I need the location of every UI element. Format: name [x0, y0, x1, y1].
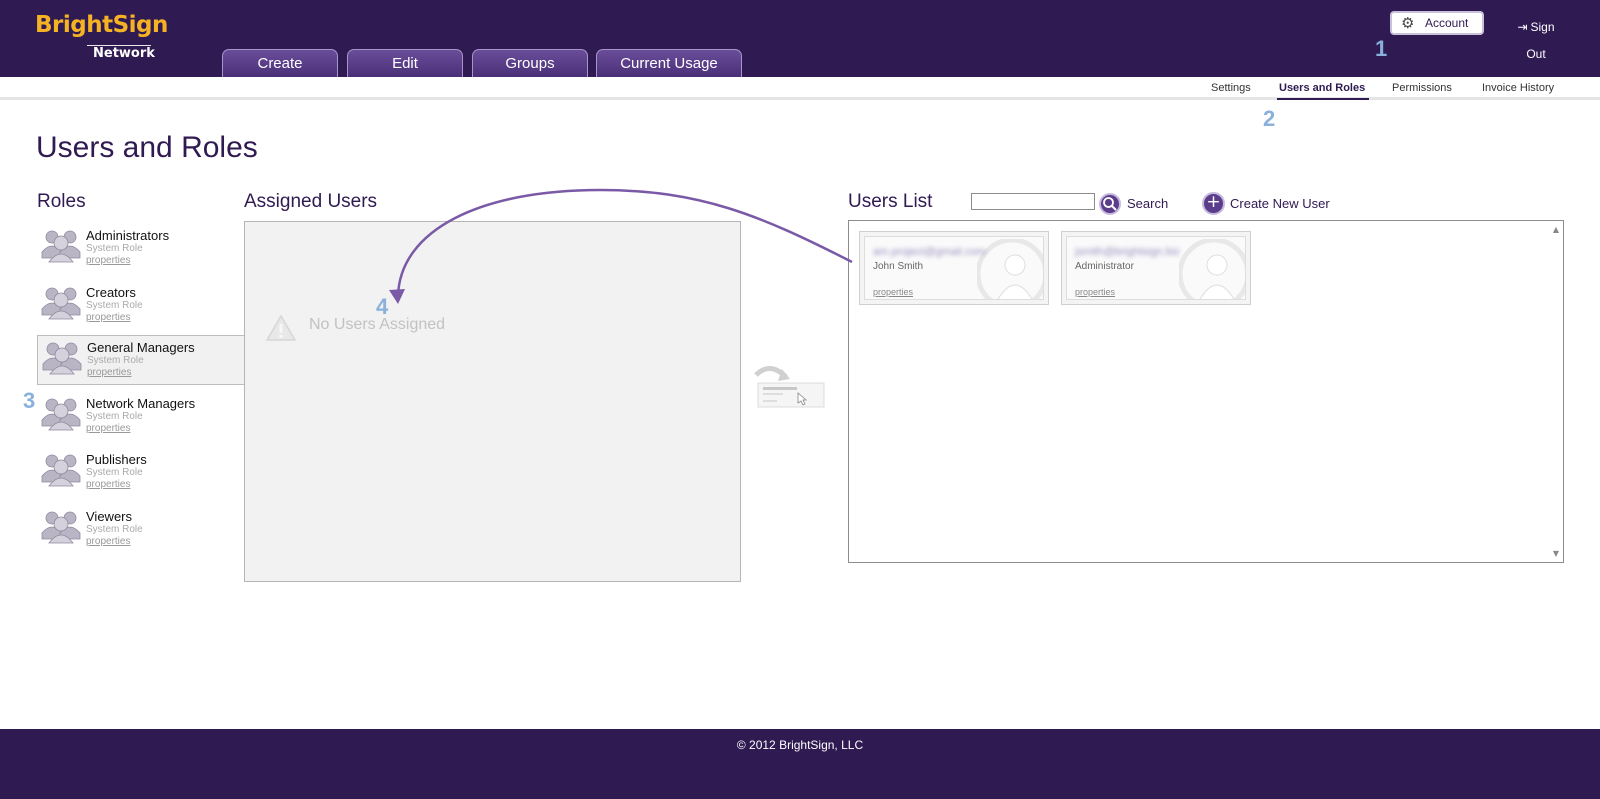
page-title: Users and Roles: [36, 131, 258, 164]
role-name: Viewers: [86, 509, 133, 524]
role-properties-link[interactable]: properties: [86, 536, 130, 547]
search-button[interactable]: [1099, 193, 1121, 215]
role-properties-link[interactable]: properties: [86, 255, 130, 266]
role-name: General Managers: [87, 340, 195, 355]
step-marker-2: 2: [1263, 106, 1276, 131]
logo-sub-text: Network: [93, 46, 155, 61]
brightsign-logo[interactable]: BrightSign Network: [35, 12, 168, 64]
role-name: Publishers: [86, 452, 147, 467]
role-name: Creators: [86, 285, 136, 300]
sign-out-label: Sign Out: [1526, 20, 1555, 61]
subnav-active-indicator: [1277, 98, 1369, 100]
role-item-network-managers[interactable]: Network Managers System Role properties: [37, 392, 245, 442]
group-icon: [41, 398, 81, 431]
step-marker-3: 3: [23, 388, 36, 413]
role-item-publishers[interactable]: Publishers System Role properties: [37, 448, 245, 498]
tab-groups[interactable]: Groups: [472, 49, 588, 77]
subnav-settings[interactable]: Settings: [1211, 82, 1251, 94]
role-name: Administrators: [86, 228, 170, 243]
assigned-users-dropzone[interactable]: No Users Assigned: [244, 221, 741, 582]
role-properties-link[interactable]: properties: [86, 479, 130, 490]
group-icon: [41, 230, 81, 263]
role-type: System Role: [86, 524, 143, 535]
account-button[interactable]: ⚙ Account: [1390, 11, 1484, 35]
search-label[interactable]: Search: [1127, 196, 1168, 211]
create-user-button[interactable]: +: [1202, 192, 1225, 215]
group-icon: [42, 342, 82, 375]
account-label: Account: [1425, 16, 1469, 30]
user-avatar-icon: [977, 239, 1043, 299]
group-icon: [41, 287, 81, 320]
step-marker-4: 4: [376, 294, 389, 319]
role-properties-link[interactable]: properties: [87, 367, 131, 378]
drag-hint-icon: [754, 366, 825, 408]
role-type: System Role: [86, 467, 143, 478]
user-card[interactable]: am.project@gmail.com John Smith properti…: [859, 231, 1049, 305]
sign-out-button[interactable]: ⇥ Sign Out: [1508, 14, 1564, 68]
tab-edit[interactable]: Edit: [347, 49, 463, 77]
group-icon: [41, 511, 81, 544]
role-type: System Role: [86, 300, 143, 311]
footer: © 2012 BrightSign, LLC: [0, 729, 1600, 799]
role-properties-link[interactable]: properties: [86, 423, 130, 434]
exit-icon: ⇥: [1517, 20, 1528, 34]
copyright-text: © 2012 BrightSign, LLC: [736, 738, 864, 752]
user-properties-link[interactable]: properties: [1075, 287, 1115, 297]
role-item-administrators[interactable]: Administrators System Role properties: [37, 224, 245, 274]
tab-current-usage[interactable]: Current Usage: [596, 49, 742, 77]
role-type: System Role: [86, 411, 143, 422]
user-card-body: jsmith@brightsign.biz Administrator prop…: [1066, 236, 1246, 300]
warning-icon: [265, 314, 297, 341]
role-name: Network Managers: [86, 396, 196, 411]
top-header: BrightSign Network Create Edit Groups Cu…: [0, 0, 1600, 77]
subnav-users-and-roles[interactable]: Users and Roles: [1279, 82, 1365, 94]
tab-create[interactable]: Create: [222, 49, 338, 77]
plus-icon: +: [1206, 192, 1221, 212]
step-marker-1: 1: [1375, 36, 1388, 61]
user-avatar-icon: [1179, 239, 1245, 299]
user-card[interactable]: jsmith@brightsign.biz Administrator prop…: [1061, 231, 1251, 305]
search-input[interactable]: [971, 193, 1095, 210]
user-name: John Smith: [873, 261, 924, 272]
role-properties-link[interactable]: properties: [86, 312, 130, 323]
user-email: am.project@gmail.com: [873, 246, 986, 258]
scroll-down-arrow-icon[interactable]: ▼: [1553, 549, 1559, 558]
role-type: System Role: [87, 355, 144, 366]
role-item-general-managers[interactable]: General Managers System Role properties: [37, 335, 245, 385]
subnav-permissions[interactable]: Permissions: [1392, 82, 1452, 94]
logo-brand-text: BrightSign: [35, 12, 168, 38]
role-item-creators[interactable]: Creators System Role properties: [37, 281, 245, 331]
user-card-body: am.project@gmail.com John Smith properti…: [864, 236, 1044, 300]
search-icon: [1103, 197, 1117, 211]
user-properties-link[interactable]: properties: [873, 287, 913, 297]
assigned-users-title: Assigned Users: [244, 191, 378, 212]
group-icon: [41, 454, 81, 487]
scroll-up-arrow-icon[interactable]: ▲: [1553, 225, 1559, 234]
gear-icon: ⚙: [1401, 15, 1415, 32]
users-list-panel: ▲ ▼ am.project@gmail.com John Smith prop…: [848, 220, 1564, 563]
roles-title: Roles: [37, 191, 86, 212]
subnav-invoice-history[interactable]: Invoice History: [1482, 82, 1554, 94]
user-name: Administrator: [1075, 261, 1134, 272]
user-email: jsmith@brightsign.biz: [1075, 246, 1180, 258]
users-list-title: Users List: [848, 191, 933, 212]
create-new-user-label[interactable]: Create New User: [1230, 196, 1330, 211]
role-item-viewers[interactable]: Viewers System Role properties: [37, 505, 245, 555]
role-type: System Role: [86, 243, 143, 254]
